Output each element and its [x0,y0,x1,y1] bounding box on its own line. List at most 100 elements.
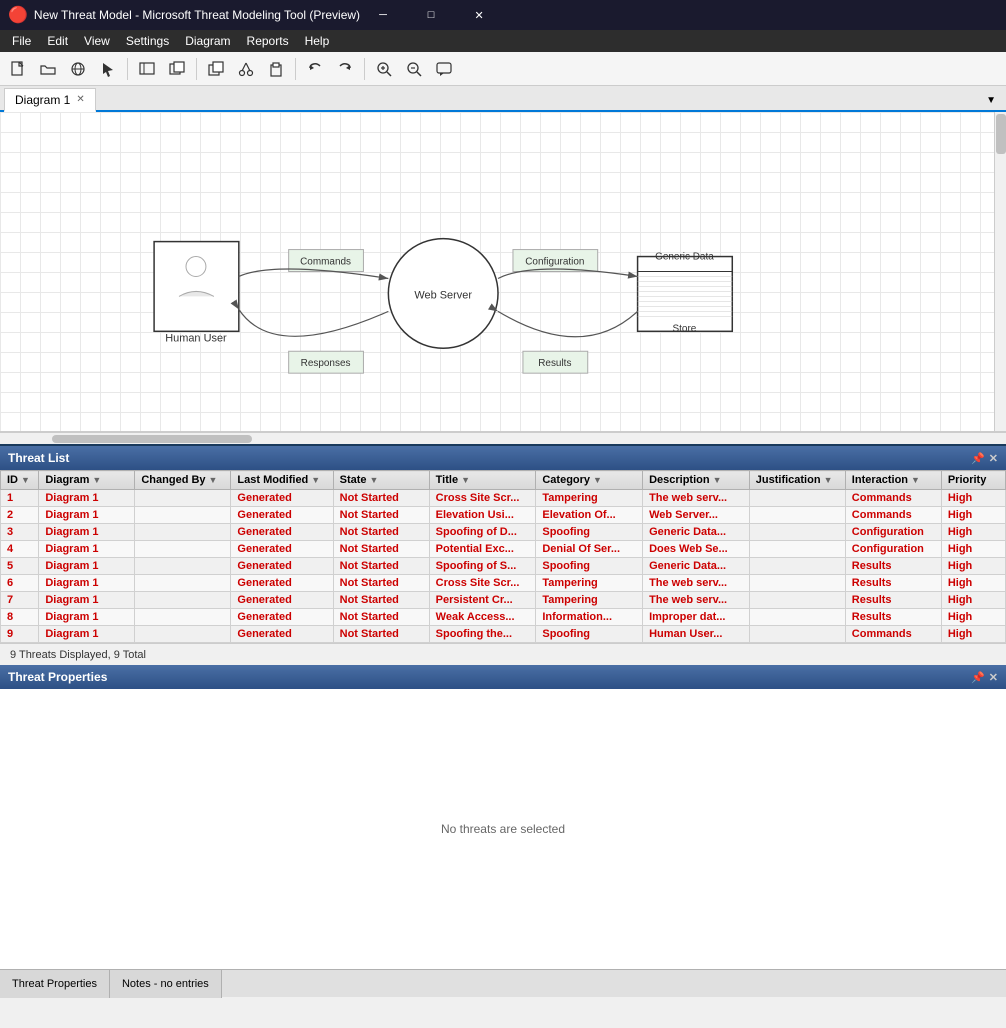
svg-text:Results: Results [538,358,571,369]
open-button[interactable] [34,55,62,83]
table-row[interactable]: 6Diagram 1GeneratedNot StartedCross Site… [1,575,1006,592]
cell-category: Spoofing [536,524,643,541]
threat-props-close-button[interactable]: ✕ [989,671,998,684]
web-button[interactable] [64,55,92,83]
menu-settings[interactable]: Settings [118,30,177,52]
cell-title: Spoofing of S... [429,558,536,575]
cell-priority: High [941,575,1005,592]
cell-title: Spoofing of D... [429,524,536,541]
svg-text:Human User: Human User [165,332,227,344]
menu-reports[interactable]: Reports [239,30,297,52]
col-header-changedby[interactable]: Changed By▼ [135,471,231,490]
menu-help[interactable]: Help [297,30,338,52]
table-row[interactable]: 8Diagram 1GeneratedNot StartedWeak Acces… [1,609,1006,626]
cell-justification [749,490,845,507]
col-header-id[interactable]: ID▼ [1,471,39,490]
cell-diagram: Diagram 1 [39,507,135,524]
tab-bar: Diagram 1 ✕ ▼ [0,86,1006,112]
menu-view[interactable]: View [76,30,118,52]
bottom-tab-threat-properties[interactable]: Threat Properties [0,970,110,998]
threat-list-pin-button[interactable]: 📌 [971,452,985,465]
svg-text:Web Server: Web Server [414,289,472,301]
cell-last_modified: Generated [231,575,333,592]
col-header-lastmodified[interactable]: Last Modified▼ [231,471,333,490]
zoom-out-button[interactable] [400,55,428,83]
copy-diagram-button[interactable] [163,55,191,83]
window-title: New Threat Model - Microsoft Threat Mode… [34,8,360,22]
cell-last_modified: Generated [231,592,333,609]
threat-props-pin-button[interactable]: 📌 [971,671,985,684]
bottom-tab-notes[interactable]: Notes - no entries [110,970,222,998]
menu-edit[interactable]: Edit [39,30,76,52]
table-row[interactable]: 2Diagram 1GeneratedNot StartedElevation … [1,507,1006,524]
cell-description: Human User... [643,626,750,643]
window-controls: ─ □ ✕ [360,0,502,30]
col-header-state[interactable]: State▼ [333,471,429,490]
col-header-interaction[interactable]: Interaction▼ [845,471,941,490]
col-header-title[interactable]: Title▼ [429,471,536,490]
cut-button[interactable] [232,55,260,83]
table-row[interactable]: 1Diagram 1GeneratedNot StartedCross Site… [1,490,1006,507]
cell-title: Potential Exc... [429,541,536,558]
new-button[interactable] [4,55,32,83]
cell-priority: High [941,507,1005,524]
col-header-category[interactable]: Category▼ [536,471,643,490]
diagram-vscrollbar[interactable] [994,112,1006,431]
diagram-canvas[interactable]: Human User Commands Responses Web Server… [0,112,1006,432]
cell-interaction: Configuration [845,524,941,541]
table-row[interactable]: 3Diagram 1GeneratedNot StartedSpoofing o… [1,524,1006,541]
cell-id: 1 [1,490,39,507]
toolbar-sep-4 [364,58,365,80]
threat-list-close-button[interactable]: ✕ [989,452,998,465]
cell-diagram: Diagram 1 [39,626,135,643]
col-header-justification[interactable]: Justification▼ [749,471,845,490]
cell-last_modified: Generated [231,507,333,524]
hscrollbar-thumb[interactable] [52,435,252,443]
paste-button[interactable] [262,55,290,83]
cell-last_modified: Generated [231,609,333,626]
redo-button[interactable] [331,55,359,83]
col-header-diagram[interactable]: Diagram▼ [39,471,135,490]
maximize-button[interactable]: □ [408,0,454,30]
comment-button[interactable] [430,55,458,83]
cell-category: Spoofing [536,558,643,575]
tab-more-button[interactable]: ▼ [980,91,1002,110]
menu-diagram[interactable]: Diagram [177,30,238,52]
col-header-description[interactable]: Description▼ [643,471,750,490]
threat-props-controls: 📌 ✕ [971,671,998,684]
cell-justification [749,626,845,643]
threat-list-header: Threat List 📌 ✕ [0,446,1006,470]
col-header-priority[interactable]: Priority [941,471,1005,490]
cell-priority: High [941,524,1005,541]
diagram-hscrollbar[interactable] [0,432,1006,444]
table-row[interactable]: 5Diagram 1GeneratedNot StartedSpoofing o… [1,558,1006,575]
undo-button[interactable] [301,55,329,83]
threat-table-container[interactable]: ID▼ Diagram▼ Changed By▼ Last Modified▼ … [0,470,1006,643]
copy-button[interactable] [202,55,230,83]
new-diagram-button[interactable] [133,55,161,83]
close-button[interactable]: ✕ [456,0,502,30]
cell-state: Not Started [333,609,429,626]
cell-description: Does Web Se... [643,541,750,558]
tab-close-icon[interactable]: ✕ [76,94,84,105]
threat-props-header: Threat Properties 📌 ✕ [0,665,1006,689]
table-row[interactable]: 7Diagram 1GeneratedNot StartedPersistent… [1,592,1006,609]
minimize-button[interactable]: ─ [360,0,406,30]
svg-text:Responses: Responses [301,358,351,369]
cell-changed_by [135,490,231,507]
cell-description: Web Server... [643,507,750,524]
cell-interaction: Results [845,592,941,609]
table-row[interactable]: 4Diagram 1GeneratedNot StartedPotential … [1,541,1006,558]
cell-id: 6 [1,575,39,592]
threat-properties-panel: Threat Properties 📌 ✕ No threats are sel… [0,665,1006,969]
menu-file[interactable]: File [4,30,39,52]
zoom-in-button[interactable] [370,55,398,83]
cell-title: Elevation Usi... [429,507,536,524]
tab-diagram1[interactable]: Diagram 1 ✕ [4,88,96,112]
vscrollbar-thumb[interactable] [996,114,1006,154]
table-row[interactable]: 9Diagram 1GeneratedNot StartedSpoofing t… [1,626,1006,643]
cell-id: 7 [1,592,39,609]
cell-diagram: Diagram 1 [39,609,135,626]
cursor-button[interactable] [94,55,122,83]
diagram-area: Human User Commands Responses Web Server… [0,112,1006,444]
